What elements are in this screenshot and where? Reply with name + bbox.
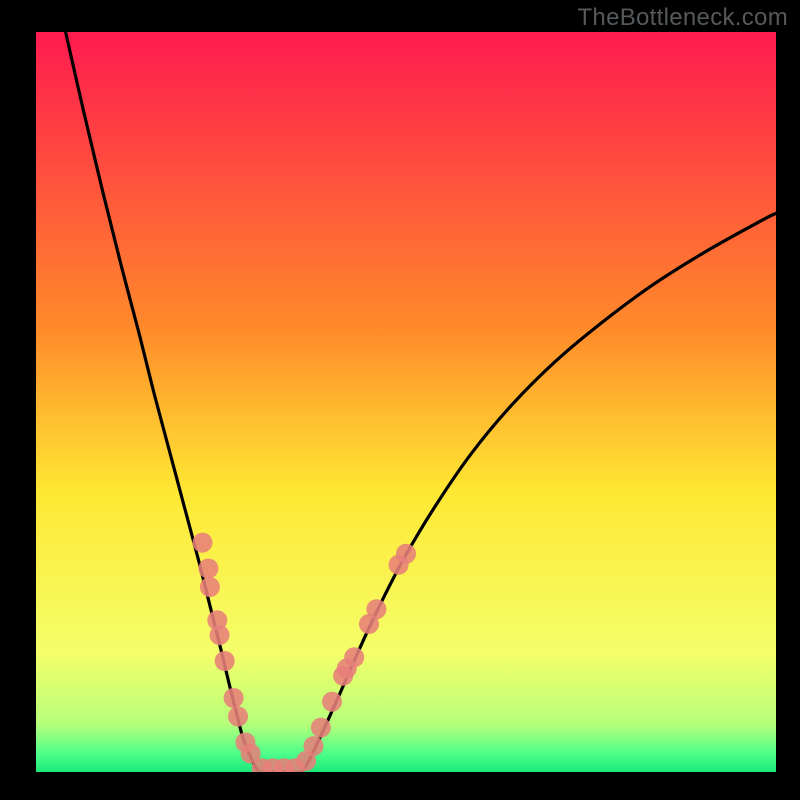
highlight-dot (304, 736, 324, 756)
highlight-dot (344, 647, 364, 667)
highlight-dot (215, 651, 235, 671)
highlight-dot (366, 599, 386, 619)
highlight-dot (396, 544, 416, 564)
highlight-dot (311, 718, 331, 738)
highlight-dot (200, 577, 220, 597)
plot-background (36, 32, 776, 772)
highlight-dot (198, 559, 218, 579)
highlight-dot (224, 688, 244, 708)
highlight-dot (210, 625, 230, 645)
highlight-dot (193, 533, 213, 553)
chart-stage: TheBottleneck.com (0, 0, 800, 800)
bottleneck-chart (0, 0, 800, 800)
watermark-text: TheBottleneck.com (577, 4, 788, 32)
highlight-dot (322, 692, 342, 712)
highlight-dot (228, 707, 248, 727)
